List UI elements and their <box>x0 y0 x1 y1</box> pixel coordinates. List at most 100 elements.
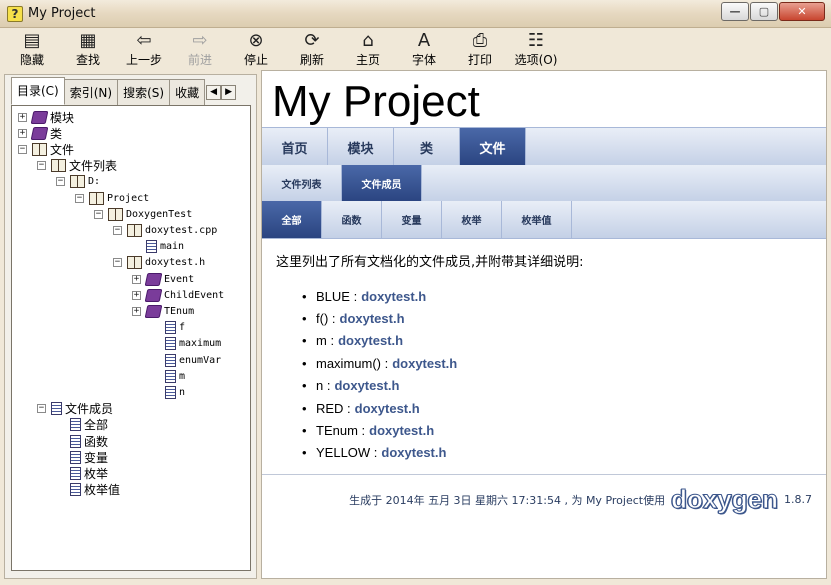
member-item: • TEnum : doxytest.h <box>302 419 457 441</box>
collapse-icon[interactable]: − <box>56 177 65 187</box>
tree-item[interactable]: − Project <box>75 190 149 206</box>
find-label: 查找 <box>75 53 100 67</box>
home-button[interactable]: ⌂ 主页 <box>340 30 396 70</box>
member-name: TEnum : <box>316 423 366 439</box>
nav-item[interactable]: 全部 <box>262 201 322 238</box>
nav-item[interactable]: 文件 <box>460 128 526 166</box>
collapse-icon[interactable]: − <box>18 144 27 154</box>
tree-item[interactable]: m <box>151 368 185 384</box>
member-name: maximum() : <box>316 355 389 371</box>
tree-item[interactable]: 函数 <box>56 433 108 449</box>
back-button[interactable]: ⇦ 上一步 <box>116 30 172 70</box>
collapse-icon[interactable]: − <box>113 258 122 268</box>
tree-item-label: 枚举值 <box>84 483 121 498</box>
title-bar: ? My Project — ▢ ✕ <box>0 0 831 28</box>
tree-item[interactable]: − D: <box>56 174 100 190</box>
tree-item[interactable]: + 模块 <box>18 109 74 125</box>
member-file-link[interactable]: doxytest.h <box>334 378 399 393</box>
find-button[interactable]: ▦ 查找 <box>60 30 116 70</box>
nav-item[interactable]: 类 <box>394 128 460 166</box>
tree-item-label: m <box>179 370 186 382</box>
nav-item[interactable]: 文件成员 <box>342 165 422 202</box>
expand-icon[interactable]: + <box>18 128 27 138</box>
open-book-icon <box>70 175 85 189</box>
expand-icon[interactable]: + <box>132 290 141 300</box>
tree-item[interactable]: n <box>151 384 185 400</box>
refresh-button[interactable]: ⟳ 刷新 <box>284 30 340 70</box>
doxygen-logo[interactable]: doxygen <box>671 484 779 515</box>
tab-3[interactable]: 收藏 <box>169 79 206 105</box>
hide-label: 隐藏 <box>19 53 44 67</box>
tree-item[interactable]: 枚举值 <box>56 482 120 498</box>
closed-book-icon <box>144 288 163 302</box>
tree-item[interactable]: maximum <box>151 336 221 352</box>
tree-item[interactable]: 枚举 <box>56 465 108 481</box>
collapse-icon[interactable]: − <box>75 193 84 203</box>
tree-item[interactable]: − doxytest.cpp <box>113 222 217 238</box>
tree-item[interactable]: − DoxygenTest <box>94 206 192 222</box>
tree-item[interactable]: + Event <box>132 271 194 287</box>
open-book-icon <box>51 159 66 173</box>
tab-2[interactable]: 搜索(S) <box>117 79 171 105</box>
tree-item[interactable]: − 文件成员 <box>37 401 113 417</box>
tab-0[interactable]: 目录(C) <box>11 77 65 105</box>
maximize-button[interactable]: ▢ <box>750 2 778 21</box>
close-button[interactable]: ✕ <box>779 2 825 21</box>
tree-item-label: doxytest.h <box>145 257 206 269</box>
collapse-icon[interactable]: − <box>94 209 103 219</box>
open-book-icon <box>108 207 123 221</box>
member-item: • maximum() : doxytest.h <box>302 352 457 374</box>
tree-item-label: doxytest.cpp <box>145 224 218 236</box>
nav-item[interactable]: 变量 <box>382 201 442 238</box>
member-file-link[interactable]: doxytest.h <box>381 445 446 460</box>
stop-button[interactable]: ⊗ 停止 <box>228 30 284 70</box>
minimize-button[interactable]: — <box>721 2 749 21</box>
open-book-icon <box>127 256 142 270</box>
member-file-link[interactable]: doxytest.h <box>392 356 457 371</box>
closed-book-icon <box>144 272 163 286</box>
nav-item[interactable]: 首页 <box>262 128 328 166</box>
nav-item[interactable]: 枚举 <box>442 201 502 238</box>
scroll-right-icon[interactable]: ▶ <box>221 85 237 100</box>
window-controls: — ▢ ✕ <box>720 2 825 21</box>
tree-item[interactable]: 全部 <box>56 417 108 433</box>
nav-item[interactable]: 模块 <box>328 128 394 166</box>
nav-item[interactable]: 函数 <box>322 201 382 238</box>
tree-item[interactable]: f <box>151 320 185 336</box>
page-icon <box>70 483 81 497</box>
font-button[interactable]: A 字体 <box>396 30 452 70</box>
tree-item[interactable]: − 文件列表 <box>37 158 117 174</box>
tree-item[interactable]: enumVar <box>151 352 221 368</box>
contents-tree[interactable]: + 模块 + 类 − 文件 − 文件列表 − D: − Project − DoxygenTest − dox… <box>11 105 251 571</box>
tree-item[interactable]: 变量 <box>56 449 108 465</box>
forward-button[interactable]: ⇨ 前进 <box>172 30 228 70</box>
bullet-icon: • <box>302 445 307 461</box>
print-button[interactable]: ⎙ 打印 <box>452 30 508 70</box>
expand-icon[interactable]: + <box>132 306 141 316</box>
member-file-link[interactable]: doxytest.h <box>361 289 426 304</box>
scroll-left-icon[interactable]: ◀ <box>206 85 222 100</box>
member-file-link[interactable]: doxytest.h <box>340 311 405 326</box>
tree-item[interactable]: + ChildEvent <box>132 287 224 303</box>
expand-icon[interactable]: + <box>132 274 141 284</box>
member-file-link[interactable]: doxytest.h <box>338 333 403 348</box>
member-file-link[interactable]: doxytest.h <box>369 423 434 438</box>
tree-item[interactable]: − 文件 <box>18 141 74 157</box>
tree-item[interactable]: − doxytest.h <box>113 255 205 271</box>
bullet-icon: • <box>302 400 307 416</box>
tab-1[interactable]: 索引(N) <box>63 79 119 105</box>
collapse-icon[interactable]: − <box>37 161 46 171</box>
stop-icon: ⊗ <box>248 30 264 51</box>
collapse-icon[interactable]: − <box>113 225 122 235</box>
nav-item[interactable]: 文件列表 <box>262 165 342 202</box>
collapse-icon[interactable]: − <box>37 404 46 414</box>
options-button[interactable]: ☷ 选项(O) <box>508 30 564 70</box>
member-file-link[interactable]: doxytest.h <box>355 401 420 416</box>
tree-item[interactable]: main <box>132 239 184 255</box>
tree-item[interactable]: + TEnum <box>132 303 194 319</box>
hide-button[interactable]: ▤ 隐藏 <box>4 30 60 70</box>
open-book-icon <box>32 142 47 156</box>
nav-item[interactable]: 枚举值 <box>502 201 572 238</box>
expand-icon[interactable]: + <box>18 112 27 122</box>
tree-item[interactable]: + 类 <box>18 125 62 141</box>
